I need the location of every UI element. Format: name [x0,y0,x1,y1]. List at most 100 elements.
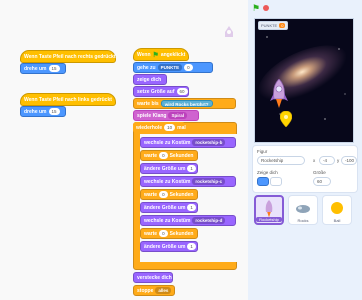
sprite-name-field[interactable]: Rocketship [257,156,305,165]
change-size-block[interactable]: ändere Größe um 1 [140,163,198,174]
block-label: drehe um [24,108,47,115]
block-label: ändere Größe um [144,204,186,211]
block-label: warte [144,152,158,159]
code-area[interactable]: Wenn Taste Pfeil nach rechts gedrückt dr… [0,0,248,300]
block-label: wechsle zu Kostüm [144,139,191,146]
switch-costume-block[interactable]: wechsle zu Kostüm rocketship-d [140,215,236,226]
goto-block[interactable]: gehe zu PUNKTE 0 [133,62,213,73]
touching-sensor[interactable]: wird Rocks berührt? [160,100,213,107]
sprite-thumb-rocketship[interactable]: Rocketship [254,195,284,225]
switch-costume-block[interactable]: wechsle zu Kostüm rocketship-b [140,137,236,148]
sensor-target[interactable]: Rocks [175,102,189,107]
stop-dropdown[interactable]: alles [155,287,172,294]
block-label: warte [144,191,158,198]
switch-costume-block[interactable]: wechsle zu Kostüm rocketship-c [140,176,236,187]
show-label: Zeige dich [257,170,278,175]
block-label: ändere Größe um [144,165,186,172]
set-size-block[interactable]: setze Größe auf 60 [133,86,189,97]
costume-dropdown[interactable]: rocketship-c [192,178,226,185]
wait-block[interactable]: warte 0 Sekunden [140,189,198,200]
block-label: wechsle zu Kostüm [144,178,191,185]
turn-block[interactable]: drehe um 15 [20,63,66,74]
block-label: Sekunden [169,191,194,198]
block-label: Sekunden [169,152,194,159]
points-monitor: PUNKTE 0 [258,21,289,30]
block-label: warte [144,230,158,237]
size-value[interactable]: 60 [176,88,188,95]
block-label: drehe um [24,65,47,72]
y-field[interactable]: -100 [341,156,357,165]
y-label: y [337,158,340,163]
right-panel: ⚑ PUNKTE 0 Figur Rocketship x -4 y -100 … [248,0,362,300]
event-key-left-block[interactable]: Wenn Taste Pfeil nach links gedrückt [20,93,116,106]
sound-dropdown[interactable]: Spiral [168,112,187,119]
show-hidden-button[interactable] [270,177,282,186]
wait-block[interactable]: warte 0 Sekunden [140,150,198,161]
sprite-info-pane: Figur Rocketship x -4 y -100 Zeige dich … [252,145,358,193]
rocket-icon [225,26,233,37]
costume-dropdown[interactable]: rocketship-b [192,139,226,146]
block-label: setze Größe auf [137,88,175,95]
wait-value[interactable]: 0 [159,230,168,237]
wait-value[interactable]: 0 [159,191,168,198]
block-label: mal [177,124,186,131]
turn-value[interactable]: 15 [48,65,60,72]
show-block[interactable]: zeige dich [133,74,167,85]
change-size-block[interactable]: ändere Größe um 1 [140,202,198,213]
sprite-thumb-ball[interactable]: Ball [322,195,352,225]
play-sound-block[interactable]: spiele Klang Spiral [133,110,199,121]
current-sprite-thumbnail [224,26,234,40]
repeat-value[interactable]: 10 [164,124,176,131]
stop-block[interactable]: stoppe alles [133,285,175,296]
x-field[interactable]: -4 [319,156,335,165]
stop-icon[interactable] [263,5,270,11]
costume-dropdown[interactable]: rocketship-d [192,217,226,224]
change-size-value[interactable]: 1 [187,165,196,172]
repeat-header[interactable]: wiederhole 10 mal [133,122,186,133]
stage[interactable]: PUNKTE 0 [254,18,354,143]
size-label: Größe [313,170,326,175]
show-visible-button[interactable] [257,177,269,186]
rocketship-sprite[interactable] [270,79,288,109]
sprite-label: Figur [257,149,268,154]
points-label: PUNKTE [261,23,278,28]
sprite-thumb-rocks[interactable]: Rocks [288,195,318,225]
block-label: Wenn Taste Pfeil nach links gedrückt [24,96,112,103]
x-label: x [313,158,316,163]
block-label: spiele Klang [137,112,167,119]
change-size-value[interactable]: 1 [187,204,196,211]
block-label: Wenn Taste Pfeil nach rechts gedrückt [24,53,116,60]
block-label: zeige dich [137,76,162,83]
block-label: angeklickt [160,51,186,58]
green-flag-icon[interactable]: ⚑ [252,3,260,14]
event-key-right-block[interactable]: Wenn Taste Pfeil nach rechts gedrückt [20,50,116,63]
goto-y-value[interactable]: 0 [184,64,193,71]
wait-block[interactable]: warte 0 Sekunden [140,228,198,239]
when-flag-clicked-block[interactable]: Wenn ⚑ angeklickt [133,48,189,61]
block-label: wiederhole [136,124,163,131]
turn-block[interactable]: drehe um 15 [20,106,66,117]
block-label: Wenn [137,51,151,58]
block-label: ändere Größe um [144,243,186,250]
change-size-block[interactable]: ändere Größe um 1 [140,241,198,252]
goto-x-dropdown[interactable]: PUNKTE [157,64,183,71]
wait-until-block[interactable]: warte bis wird Rocks berührt? [133,98,236,109]
change-size-value[interactable]: 1 [187,243,196,250]
scratch-editor: Wenn Taste Pfeil nach rechts gedrückt dr… [0,0,362,300]
sprite-name: Rocks [297,218,309,223]
block-label: Sekunden [169,230,194,237]
block-label: wechsle zu Kostüm [144,217,191,224]
ball-sprite[interactable] [280,111,292,127]
sensor-end: berührt? [190,102,209,107]
sprite-list: Rocketship Rocks Ball [252,193,358,300]
wait-value[interactable]: 0 [159,152,168,159]
block-label: verstecke dich [137,274,172,281]
stage-header: ⚑ [248,0,362,16]
size-field[interactable]: 60 [313,177,331,186]
block-label: warte bis [137,100,159,107]
turn-value[interactable]: 15 [48,108,60,115]
points-value: 0 [279,23,286,28]
sprite-name: Rocketship [256,217,282,222]
ball-icon [331,202,343,214]
hide-block[interactable]: verstecke dich [133,272,173,283]
